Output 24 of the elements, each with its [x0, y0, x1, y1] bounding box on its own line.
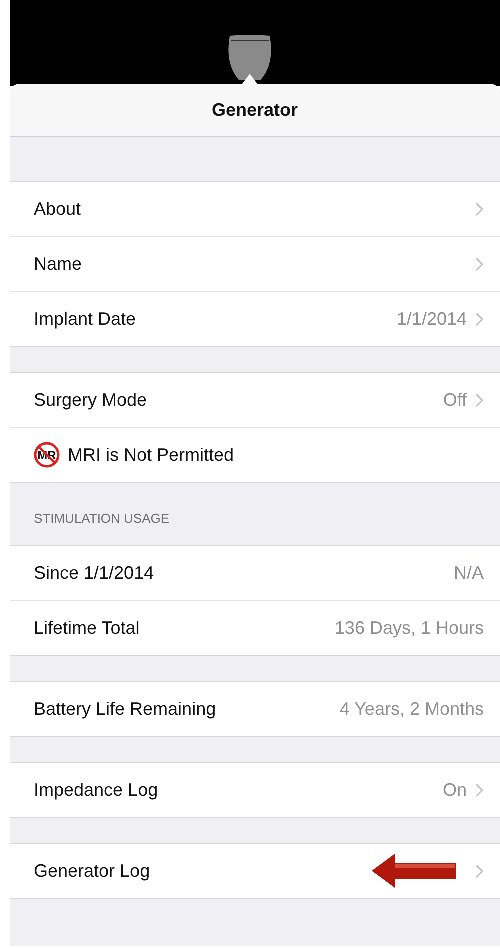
- row-value: 136 Days, 1 Hours: [334, 618, 484, 638]
- row-label: MRI is Not Permitted: [68, 444, 236, 466]
- row-value: 1/1/2014: [396, 308, 467, 330]
- row-label: Name: [34, 254, 84, 274]
- row-label: About: [34, 198, 82, 220]
- chevron-icon[interactable]: [475, 782, 484, 798]
- row-value: On: [442, 780, 467, 800]
- chevron-icon[interactable]: [475, 202, 484, 216]
- row-value: 4 Years, 2 Months: [340, 698, 484, 720]
- row-label: Implant Date: [34, 308, 138, 330]
- popover-title: Generator: [212, 100, 298, 120]
- row-label: Generator Log: [34, 860, 152, 882]
- chevron-icon[interactable]: [475, 312, 484, 326]
- chevron-icon[interactable]: [475, 864, 484, 878]
- row-label: Since 1/1/2014: [34, 562, 156, 584]
- row-value: Off: [443, 390, 467, 410]
- row-label: Surgery Mode: [34, 390, 148, 410]
- chevron-icon[interactable]: [475, 392, 484, 408]
- row-label: Impedance Log: [34, 780, 160, 800]
- row-label: Battery Life Remaining: [34, 698, 218, 720]
- row-value: N/A: [454, 562, 484, 584]
- row-label: Lifetime Total: [34, 618, 141, 638]
- section-header: STIMULATION USAGE: [34, 510, 170, 526]
- chevron-icon[interactable]: [475, 256, 484, 272]
